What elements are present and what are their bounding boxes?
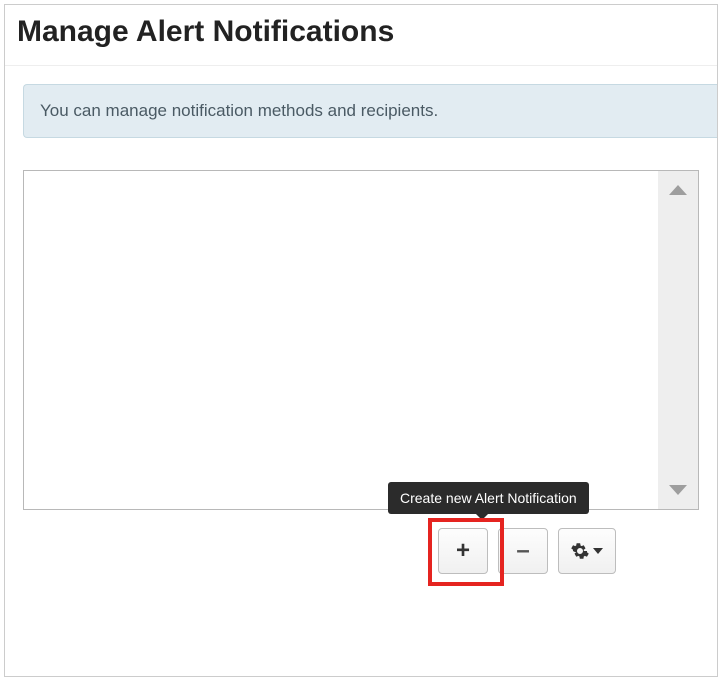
chevron-down-icon <box>593 548 603 554</box>
page-title: Manage Alert Notifications <box>17 15 705 49</box>
list-toolbar: + – <box>438 528 616 574</box>
list-viewport[interactable] <box>24 171 658 509</box>
notifications-list <box>23 170 699 510</box>
panel-body: You can manage notification methods and … <box>5 66 717 510</box>
info-banner: You can manage notification methods and … <box>23 84 717 138</box>
manage-alerts-panel: Manage Alert Notifications You can manag… <box>4 4 718 677</box>
minus-icon: – <box>516 539 529 563</box>
gear-icon <box>571 542 589 560</box>
tooltip-text: Create new Alert Notification <box>400 490 577 506</box>
scroll-up-icon[interactable] <box>669 185 687 195</box>
gear-caret-group <box>571 542 603 560</box>
add-button[interactable]: + <box>438 528 488 574</box>
info-banner-text: You can manage notification methods and … <box>40 101 438 120</box>
scrollbar[interactable] <box>658 171 698 509</box>
scroll-down-icon[interactable] <box>669 485 687 495</box>
plus-icon: + <box>456 539 470 563</box>
add-button-tooltip: Create new Alert Notification <box>388 482 589 514</box>
settings-button[interactable] <box>558 528 616 574</box>
panel-header: Manage Alert Notifications <box>5 5 717 66</box>
remove-button[interactable]: – <box>498 528 548 574</box>
